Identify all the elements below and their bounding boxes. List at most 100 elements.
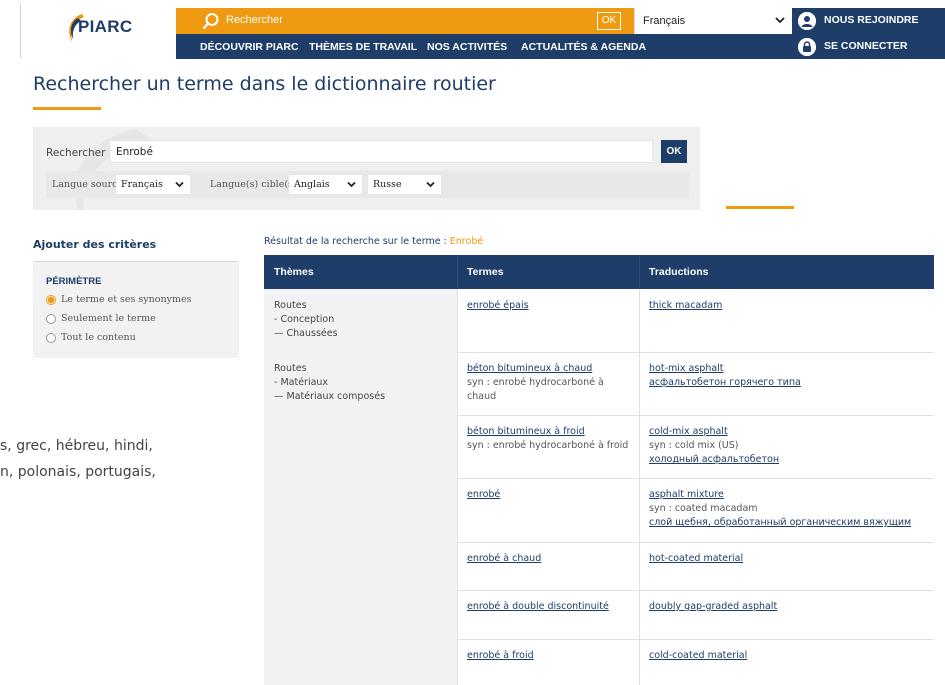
background-language-text: s, grec, hébreu, hindi,: [0, 438, 153, 454]
language-filters: Langue source Français Langue(s) cible(s…: [46, 171, 689, 198]
translation-link-ru[interactable]: асфальтобетон горячего типа: [649, 376, 934, 390]
results-caption: Résultat de la recherche sur le terme : …: [264, 236, 483, 247]
term-link[interactable]: enrobé à chaud: [467, 552, 632, 566]
site-header: PIARC Rechercher OK Français NOUS REJOIN…: [0, 0, 945, 61]
radio-icon[interactable]: [46, 314, 56, 324]
term-cell: béton bitumineux à chaud syn : enrobé hyd…: [467, 362, 632, 404]
row-divider: [457, 639, 934, 640]
term-search-value: Enrobé: [116, 146, 153, 158]
column-header-translations: Traductions: [649, 266, 709, 278]
site-search-bar[interactable]: Rechercher OK: [176, 8, 634, 34]
theme-line: Routes: [274, 363, 307, 374]
translation-link[interactable]: cold-coated material: [649, 649, 934, 663]
nav-item-actualites[interactable]: ACTUALITÉS & AGENDA: [521, 41, 646, 53]
divider: [639, 255, 640, 289]
divider: [457, 289, 458, 685]
dictionary-search-panel: Rechercher Enrobé OK Langue source Franç…: [33, 127, 700, 210]
theme-line: - Matériaux: [274, 377, 329, 388]
nav-item-activites[interactable]: NOS ACTIVITÉS: [427, 41, 507, 53]
language-value: Français: [643, 15, 686, 27]
term-cell: enrobé: [467, 488, 632, 502]
radio-selected-icon[interactable]: [46, 295, 56, 305]
translation-cell: asphalt mixture syn : coated macadam слой …: [649, 488, 934, 530]
source-language-select[interactable]: Français: [116, 175, 190, 194]
translation-link[interactable]: thick macadam: [649, 299, 934, 313]
translation-cell: cold-coated material: [649, 649, 934, 663]
lock-icon: [798, 38, 816, 56]
term-link[interactable]: enrobé: [467, 488, 632, 502]
translation-link[interactable]: asphalt mixture: [649, 488, 934, 502]
divider: [457, 255, 458, 289]
results-table-header: Thèmes Termes Traductions: [264, 255, 934, 289]
column-header-themes: Thèmes: [274, 266, 314, 278]
term-synonym: syn : enrobé hydrocarboné à chaud: [467, 377, 604, 402]
radio-icon[interactable]: [46, 333, 56, 343]
scope-heading: PÉRIMÈTRE: [46, 276, 102, 287]
nav-item-decouvrir[interactable]: DÉCOUVRIR PIARC: [200, 41, 299, 53]
translation-cell: hot-mix asphalt асфальтобетон горячего ти…: [649, 362, 934, 390]
translation-link-ru[interactable]: холодный асфальтобетон: [649, 453, 934, 467]
translation-cell: thick macadam: [649, 299, 934, 313]
user-icon: [798, 12, 816, 30]
term-link[interactable]: béton bitumineux à chaud: [467, 362, 632, 376]
decorative-dash: [726, 206, 794, 209]
divider: [639, 289, 640, 685]
term-cell: enrobé épais: [467, 299, 632, 313]
target-language-label: Langue(s) cible(s): [210, 179, 297, 190]
scope-option-label: Tout le contenu: [61, 332, 136, 343]
main-nav: DÉCOUVRIR PIARC THÈMES DE TRAVAIL NOS AC…: [176, 34, 792, 59]
translation-link[interactable]: hot-mix asphalt: [649, 362, 934, 376]
term-cell: enrobé à double discontinuité: [467, 600, 632, 614]
term-link[interactable]: enrobé à double discontinuité: [467, 600, 632, 614]
translation-synonym: syn : coated macadam: [649, 503, 758, 514]
term-search-ok-button[interactable]: OK: [661, 140, 687, 163]
target-language-value-1: Anglais: [294, 179, 330, 190]
translation-cell: hot-coated material: [649, 552, 934, 566]
theme-cell: Routes - Matériaux — Matériaux composés: [274, 362, 449, 404]
divider: [20, 3, 21, 58]
search-icon[interactable]: [202, 12, 220, 30]
translation-link-ru[interactable]: слой щебня, обработанный органическим вя…: [649, 516, 934, 530]
chevron-down-icon: [426, 181, 435, 188]
target-language-select-1[interactable]: Anglais: [289, 175, 362, 194]
translation-synonym: syn : cold mix (US): [649, 440, 739, 451]
theme-cell: Routes - Conception — Chaussées: [274, 299, 449, 341]
page-title: Rechercher un terme dans le dictionnaire…: [33, 73, 496, 95]
row-divider: [457, 352, 934, 353]
join-button[interactable]: NOUS REJOINDRE: [792, 8, 945, 34]
login-button[interactable]: SE CONNECTER: [792, 34, 945, 59]
term-link[interactable]: enrobé épais: [467, 299, 632, 313]
translation-cell: doubly gap-graded asphalt: [649, 600, 934, 614]
theme-line: — Matériaux composés: [274, 391, 386, 402]
term-cell: enrobé à froid: [467, 649, 632, 663]
row-divider: [457, 415, 934, 416]
theme-line: Routes: [274, 300, 307, 311]
term-synonym: syn : enrobé hydrocarboné à froid: [467, 440, 629, 451]
piarc-logo[interactable]: PIARC: [64, 12, 134, 46]
term-cell: enrobé à chaud: [467, 552, 632, 566]
theme-line: - Conception: [274, 314, 335, 325]
source-language-label: Langue source: [52, 179, 124, 190]
term-link[interactable]: béton bitumineux à froid: [467, 425, 632, 439]
row-divider: [457, 478, 934, 479]
target-language-value-2: Russe: [373, 179, 402, 190]
target-language-select-2[interactable]: Russe: [368, 175, 441, 194]
term-search-input[interactable]: Enrobé: [109, 140, 653, 163]
site-search-ok-button[interactable]: OK: [597, 12, 621, 30]
term-cell: béton bitumineux à froid syn : enrobé hyd…: [467, 425, 632, 453]
logo-text: PIARC: [78, 17, 133, 36]
column-header-terms: Termes: [467, 266, 504, 278]
results-caption-term: Enrobé: [449, 236, 484, 247]
login-label: SE CONNECTER: [824, 40, 908, 52]
nav-item-themes[interactable]: THÈMES DE TRAVAIL: [309, 41, 417, 53]
results-caption-prefix: Résultat de la recherche sur le terme :: [264, 236, 450, 247]
title-underline: [33, 107, 101, 110]
translation-link[interactable]: hot-coated material: [649, 552, 934, 566]
translation-link[interactable]: doubly gap-graded asphalt: [649, 600, 934, 614]
site-search-input[interactable]: Rechercher: [226, 14, 283, 26]
translation-link[interactable]: cold-mix asphalt: [649, 425, 934, 439]
chevron-down-icon: [175, 181, 184, 188]
criteria-panel: PÉRIMÈTRE Le terme et ses synonymes Seul…: [33, 262, 239, 358]
language-select[interactable]: Français: [634, 8, 792, 34]
term-link[interactable]: enrobé à froid: [467, 649, 632, 663]
